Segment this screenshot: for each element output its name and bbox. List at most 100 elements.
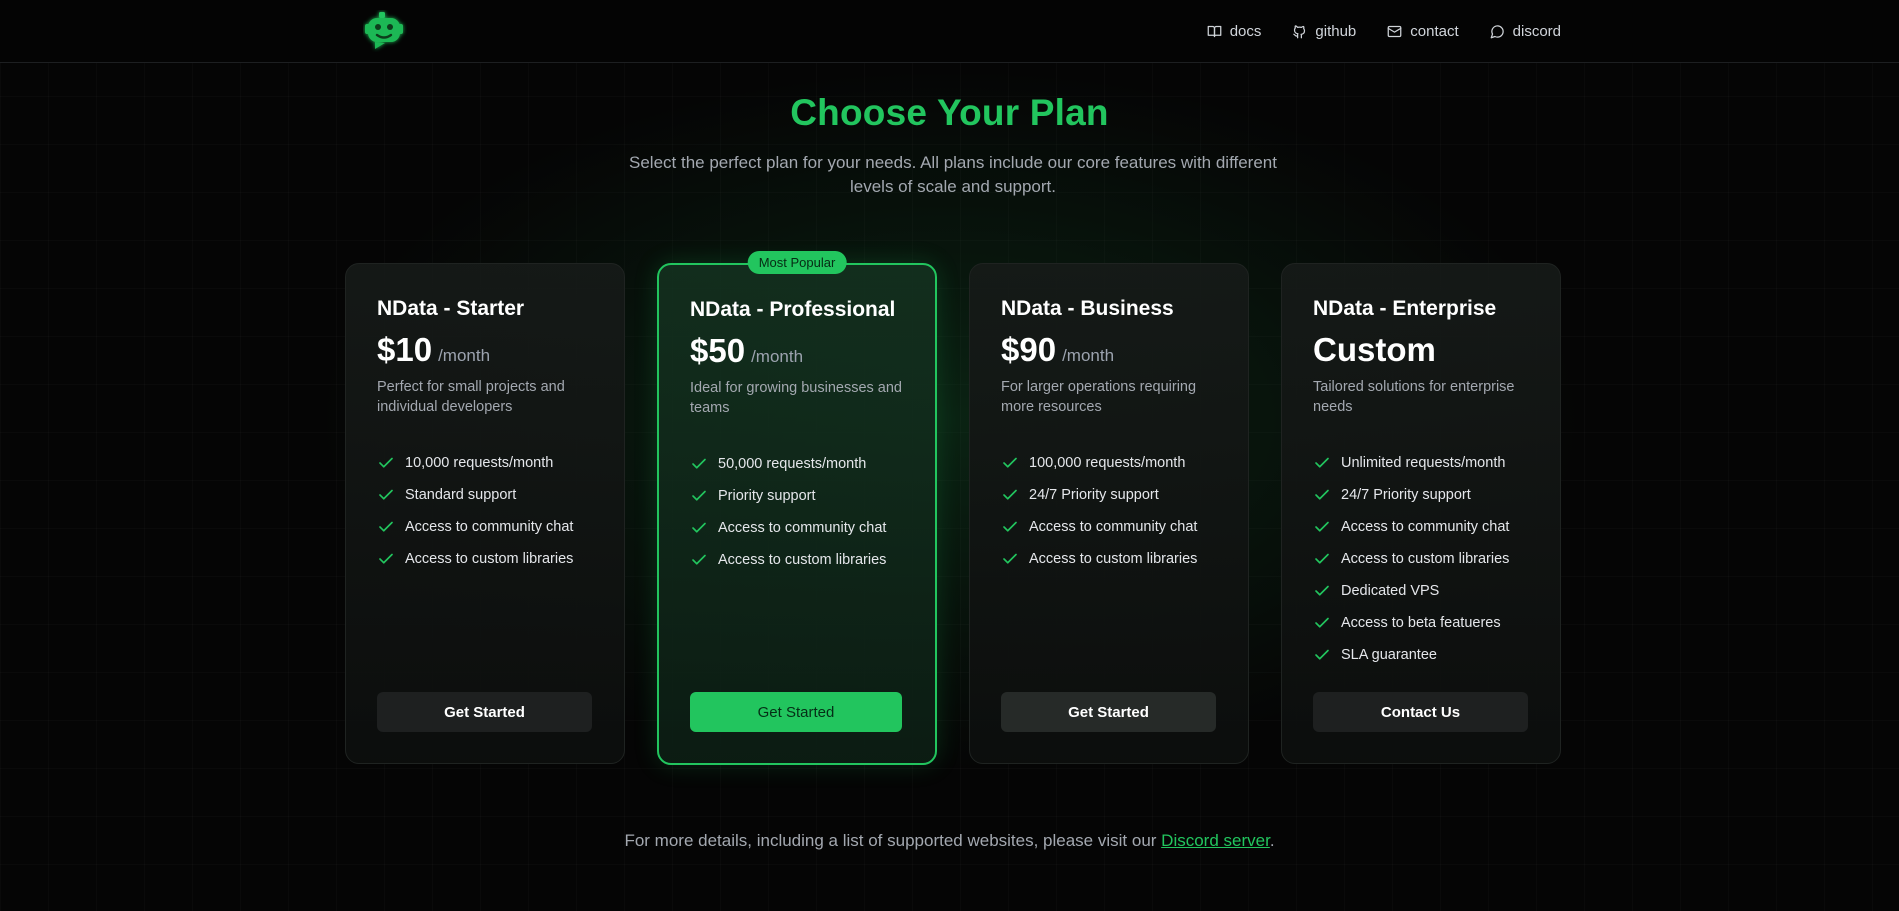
feature-item: Access to community chat: [377, 511, 573, 543]
feature-label: Access to custom libraries: [718, 552, 887, 568]
feature-label: 50,000 requests/month: [718, 456, 867, 472]
check-icon: [379, 489, 393, 500]
nav-docs[interactable]: docs: [1207, 22, 1262, 40]
nav-discord[interactable]: discord: [1490, 23, 1561, 40]
plan-price: $50: [690, 332, 746, 369]
feature-item: 10,000 requests/month: [377, 447, 573, 479]
nav-links: docs github contact discord: [1207, 0, 1561, 62]
page-title: Choose Your Plan: [790, 92, 1109, 133]
get-started-button[interactable]: Get Started: [690, 692, 902, 732]
book-icon: [1207, 25, 1222, 37]
feature-label: Access to community chat: [718, 520, 887, 536]
check-icon: [379, 553, 393, 564]
feature-item: Access to beta featueres: [1313, 607, 1509, 639]
plan-card-professional: Most Popular NData - Professional $50 /m…: [657, 251, 937, 765]
check-icon: [379, 521, 393, 532]
plan-description: For larger operations requiring more res…: [1001, 379, 1197, 415]
feature-label: Access to community chat: [1341, 519, 1510, 535]
feature-item: Dedicated VPS: [1313, 575, 1509, 607]
check-icon: [1315, 457, 1329, 468]
footer-period: .: [1269, 831, 1275, 850]
feature-list: 10,000 requests/month Standard support A…: [377, 447, 573, 575]
nav-contact[interactable]: contact: [1387, 22, 1459, 40]
check-icon: [1003, 457, 1017, 468]
feature-item: 100,000 requests/month: [1001, 447, 1197, 479]
check-icon: [1315, 521, 1329, 532]
price-row: $10 /month: [377, 331, 490, 369]
feature-item: Access to community chat: [690, 512, 886, 544]
feature-list: Unlimited requests/month 24/7 Priority s…: [1313, 447, 1509, 671]
plan-name: NData - Professional: [690, 298, 896, 321]
most-popular-badge: Most Popular: [747, 251, 847, 274]
plan-card-enterprise: NData - Enterprise Custom Tailored solut…: [1281, 263, 1561, 764]
discord-server-link[interactable]: Discord server: [1161, 831, 1270, 850]
feature-item: Access to community chat: [1313, 511, 1509, 543]
feature-item: Standard support: [377, 479, 573, 511]
feature-label: Access to custom libraries: [405, 551, 574, 567]
feature-item: Access to custom libraries: [377, 543, 573, 575]
get-started-button[interactable]: Get Started: [377, 692, 592, 732]
top-navigation-bar: docs github contact discord: [0, 0, 1899, 63]
robot-logo-icon[interactable]: [363, 10, 407, 52]
feature-item: Unlimited requests/month: [1313, 447, 1509, 479]
feature-label: Standard support: [405, 487, 517, 503]
footer-text: For more details, including a list of su…: [624, 831, 1162, 850]
plan-card-starter: NData - Starter $10 /month Perfect for s…: [345, 263, 625, 764]
plan-period: /month: [751, 347, 804, 366]
price-row: $50 /month: [690, 332, 803, 370]
plan-price: $10: [377, 331, 433, 368]
plan-description: Tailored solutions for enterprise needs: [1313, 379, 1515, 415]
plan-period: /month: [1062, 346, 1115, 365]
plan-name: NData - Enterprise: [1313, 297, 1497, 320]
feature-list: 100,000 requests/month 24/7 Priority sup…: [1001, 447, 1197, 575]
feature-label: 24/7 Priority support: [1341, 487, 1471, 503]
feature-item: Access to custom libraries: [1001, 543, 1197, 575]
check-icon: [1315, 553, 1329, 564]
feature-item: SLA guarantee: [1313, 639, 1509, 671]
feature-label: 10,000 requests/month: [405, 455, 554, 471]
contact-us-button[interactable]: Contact Us: [1313, 692, 1528, 732]
feature-label: Access to custom libraries: [1029, 551, 1198, 567]
check-icon: [692, 554, 706, 565]
feature-item: 24/7 Priority support: [1001, 479, 1197, 511]
price-row: Custom: [1313, 331, 1436, 369]
footer-note: For more details, including a list of su…: [0, 831, 1899, 851]
check-icon: [1003, 521, 1017, 532]
feature-item: Access to community chat: [1001, 511, 1197, 543]
feature-label: Dedicated VPS: [1341, 583, 1440, 599]
check-icon: [1003, 489, 1017, 500]
feature-item: Priority support: [690, 480, 886, 512]
feature-label: Unlimited requests/month: [1341, 455, 1506, 471]
plan-name: NData - Business: [1001, 297, 1174, 320]
plan-name: NData - Starter: [377, 297, 525, 320]
feature-label: Access to community chat: [1029, 519, 1198, 535]
feature-item: Access to custom libraries: [1313, 543, 1509, 575]
check-icon: [1315, 585, 1329, 596]
feature-item: 50,000 requests/month: [690, 448, 886, 480]
mail-icon: [1387, 25, 1402, 37]
check-icon: [1315, 489, 1329, 500]
nav-discord-label: discord: [1512, 22, 1561, 40]
check-icon: [1315, 649, 1329, 660]
nav-docs-label: docs: [1229, 22, 1262, 40]
feature-list: 50,000 requests/month Priority support A…: [690, 448, 886, 576]
check-icon: [692, 458, 706, 469]
feature-label: 24/7 Priority support: [1029, 487, 1159, 503]
plan-description: Perfect for small projects and individua…: [377, 379, 565, 415]
feature-item: Access to custom libraries: [690, 544, 886, 576]
page-subtitle: Select the perfect plan for your needs. …: [629, 153, 1277, 196]
plan-price: $90: [1001, 331, 1057, 368]
github-icon: [1293, 24, 1306, 38]
get-started-button[interactable]: Get Started: [1001, 692, 1216, 732]
check-icon: [692, 490, 706, 501]
feature-label: 100,000 requests/month: [1029, 455, 1186, 471]
chat-bubble-icon: [1490, 24, 1504, 38]
check-icon: [692, 522, 706, 533]
plan-description: Ideal for growing businesses and teams: [690, 380, 902, 416]
plan-price: Custom: [1313, 331, 1436, 368]
feature-item: 24/7 Priority support: [1313, 479, 1509, 511]
check-icon: [379, 457, 393, 468]
nav-contact-label: contact: [1410, 22, 1459, 40]
feature-label: Priority support: [718, 488, 816, 504]
nav-github[interactable]: github: [1292, 23, 1356, 40]
